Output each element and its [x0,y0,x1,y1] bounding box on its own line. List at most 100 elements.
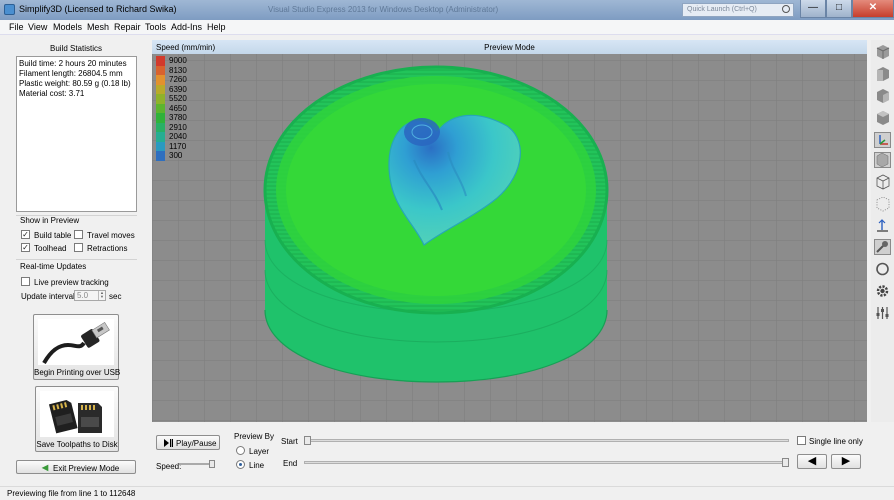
live-preview-checkbox[interactable] [21,277,30,286]
sliders-icon[interactable] [874,305,891,321]
stat-plastic-weight: Plastic weight: 80.59 g (0.18 lb) [19,79,131,88]
legend-label: 5520 [169,94,187,103]
play-pause-label: Play/Pause [176,439,217,448]
start-label: Start [281,437,298,446]
menu-tools[interactable]: Tools [145,22,166,32]
background-window-title: Visual Studio Express 2013 for Windows D… [268,5,499,14]
legend-swatch [156,94,165,104]
travel-moves-checkbox[interactable] [74,230,83,239]
legend-label: 6390 [169,84,187,94]
legend-label: 8130 [169,65,187,75]
axes-icon[interactable] [874,132,891,148]
line-radio-label: Line [249,461,265,470]
end-label: End [283,459,298,468]
view-side-icon[interactable] [874,88,891,104]
legend-swatch [156,56,165,66]
view-top-icon[interactable] [874,110,891,126]
update-interval-label: Update interval [21,292,75,301]
view-front-icon[interactable] [874,66,891,82]
exit-preview-button[interactable]: ◀ Exit Preview Mode [16,460,136,474]
speed-label: Speed: [156,462,182,471]
menu-file[interactable]: File [9,22,24,32]
update-interval-spinbox[interactable]: 5.0 ▲ ▼ [74,290,106,301]
previous-button[interactable]: ◀ [797,454,827,469]
ring-icon[interactable] [874,261,891,277]
menu-view[interactable]: View [28,22,47,32]
minimize-button[interactable]: — [800,0,826,18]
menu-models[interactable]: Models [53,22,82,32]
show-in-preview-title: Show in Preview [20,216,80,225]
begin-printing-usb-button[interactable]: Begin Printing over USB [33,314,121,380]
menu-help[interactable]: Help [207,22,226,32]
play-pause-button[interactable]: Play/Pause [156,435,220,450]
quick-launch-input[interactable]: Quick Launch (Ctrl+Q) [682,3,794,17]
usb-cable-icon [38,319,114,365]
menu-mesh[interactable]: Mesh [87,22,109,32]
move-icon[interactable] [874,218,891,234]
window-title: Simplify3D (Licensed to Richard Swika) [19,4,177,14]
stat-material-cost: Material cost: 3.71 [19,89,85,98]
menu-add-ins[interactable]: Add-Ins [171,22,202,32]
search-icon [782,5,790,13]
app-icon [4,4,15,15]
legend-swatch [156,75,165,85]
build-statistics-box: Build time: 2 hours 20 minutes Filament … [16,56,137,212]
view-cube-icon[interactable] [874,44,891,60]
solid-cube-icon[interactable] [874,152,891,168]
speed-slider-track[interactable] [179,463,213,465]
sd-card-icon [40,391,114,437]
3d-viewport[interactable]: Speed (mm/min) Preview Mode 9000 8130 7260… [152,40,867,422]
next-button[interactable]: ▶ [831,454,861,469]
legend-label: 9000 [169,56,187,65]
maximize-button[interactable]: □ [826,0,852,18]
spin-arrows-icon[interactable]: ▲ ▼ [98,291,105,300]
right-toolbar [871,40,894,422]
retractions-label: Retractions [87,244,128,253]
left-panel: Build Statistics Build time: 2 hours 20 … [0,35,152,486]
toolhead-checkbox[interactable]: ✓ [21,243,30,252]
legend-swatch [156,103,165,113]
divider [16,259,137,260]
legend-label: 300 [169,151,183,160]
gear-icon[interactable] [874,283,891,299]
begin-printing-usb-label: Begin Printing over USB [34,368,121,377]
play-pause-icon [164,439,173,447]
end-slider-thumb[interactable] [782,458,789,467]
wireframe-cube-icon[interactable] [874,174,891,190]
start-slider-track[interactable] [304,439,789,442]
probe-icon[interactable] [874,239,891,255]
playback-panel: Play/Pause Speed: Preview By Layer Line … [152,422,894,486]
line-radio[interactable] [236,460,245,469]
dotted-cube-icon[interactable] [874,196,891,212]
back-arrow-icon: ◀ [42,463,49,472]
legend-swatch [156,122,165,132]
legend-swatch [156,141,165,151]
speed-slider-thumb[interactable] [209,460,215,468]
single-line-checkbox[interactable] [797,436,806,445]
live-preview-label: Live preview tracking [34,278,109,287]
layer-radio[interactable] [236,446,245,455]
layer-radio-label: Layer [249,447,270,456]
end-slider-track[interactable] [304,461,789,464]
start-slider-thumb[interactable] [304,436,311,445]
legend-label: 2040 [169,132,187,141]
preview-by-label: Preview By [234,432,275,441]
toolhead-label: Toolhead [34,244,67,253]
build-statistics-title: Build Statistics [49,44,103,53]
stat-filament-length: Filament length: 26804.5 mm [19,69,123,78]
update-interval-value: 5.0 [77,291,89,300]
menu-repair[interactable]: Repair [114,22,141,32]
save-toolpaths-button[interactable]: Save Toolpaths to Disk [35,386,119,452]
legend-swatch [156,84,165,94]
close-button[interactable]: ✕ [852,0,894,18]
build-table-label: Build table [34,231,72,240]
legend-label: 4650 [169,103,187,113]
retractions-checkbox[interactable] [74,243,83,252]
legend-swatch [156,132,165,142]
legend-label: 2910 [169,122,187,132]
legend-label: 3780 [169,113,187,122]
build-table-checkbox[interactable]: ✓ [21,230,30,239]
legend-swatch [156,113,165,123]
realtime-updates-title: Real-time Updates [20,262,87,271]
build-plate-scene [152,54,867,422]
